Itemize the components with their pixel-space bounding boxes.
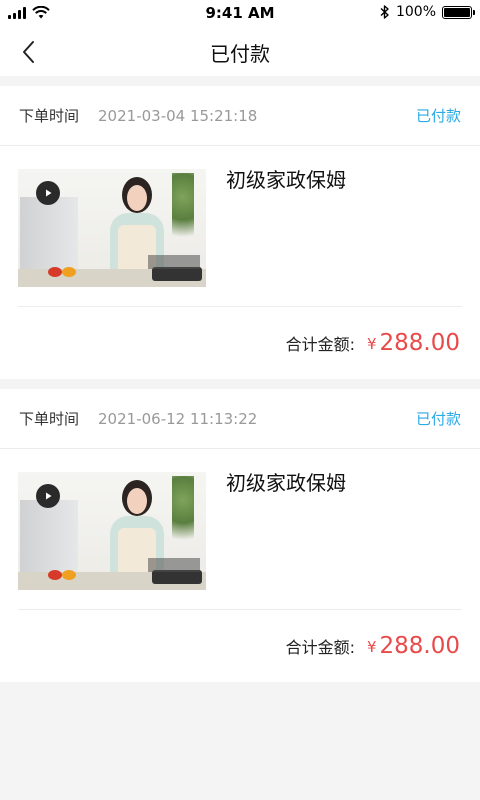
order-body: 初级家政保姆 (18, 449, 462, 610)
page-title: 已付款 (210, 41, 270, 66)
order-footer: 合计金额: ¥ 288.00 (0, 307, 480, 379)
order-body: 初级家政保姆 (18, 146, 462, 307)
currency-symbol: ¥ (366, 335, 377, 353)
order-card[interactable]: 下单时间 2021-03-04 15:21:18 已付款 初级家政保姆 合计金额… (0, 86, 480, 379)
total-amount-label: 合计金额: (285, 638, 355, 657)
product-title: 初级家政保姆 (226, 471, 346, 495)
order-status-badge: 已付款 (415, 410, 461, 428)
nav-bar: 已付款 (0, 28, 480, 76)
battery-icon (442, 5, 475, 19)
total-amount-label: 合计金额: (285, 335, 355, 354)
order-header: 下单时间 2021-06-12 11:13:22 已付款 (0, 389, 480, 449)
play-icon[interactable] (36, 484, 60, 508)
play-icon[interactable] (36, 181, 60, 205)
total-amount: 288.00 (379, 330, 460, 356)
order-time: 2021-06-12 11:13:22 (98, 409, 258, 428)
back-button[interactable] (14, 38, 42, 66)
order-status-badge: 已付款 (415, 107, 461, 125)
order-card[interactable]: 下单时间 2021-06-12 11:13:22 已付款 初级家政保姆 合计金额… (0, 389, 480, 682)
order-header: 下单时间 2021-03-04 15:21:18 已付款 (0, 86, 480, 146)
status-indicators-right: 100% (380, 4, 475, 20)
product-thumbnail[interactable] (18, 472, 206, 590)
product-thumbnail[interactable] (18, 169, 206, 287)
order-time-label: 下单时间 (19, 410, 80, 428)
bluetooth-icon (380, 5, 389, 19)
order-time-label: 下单时间 (19, 107, 80, 125)
order-time: 2021-03-04 15:21:18 (98, 106, 258, 125)
battery-percentage: 100% (395, 4, 436, 20)
total-amount: 288.00 (379, 633, 460, 659)
currency-symbol: ¥ (366, 638, 377, 656)
order-footer: 合计金额: ¥ 288.00 (0, 610, 480, 682)
chevron-left-icon (23, 41, 34, 63)
product-title: 初级家政保姆 (226, 168, 346, 192)
status-bar: 9:41 AM 100% (0, 0, 480, 28)
order-list: 下单时间 2021-03-04 15:21:18 已付款 初级家政保姆 合计金额… (0, 76, 480, 682)
